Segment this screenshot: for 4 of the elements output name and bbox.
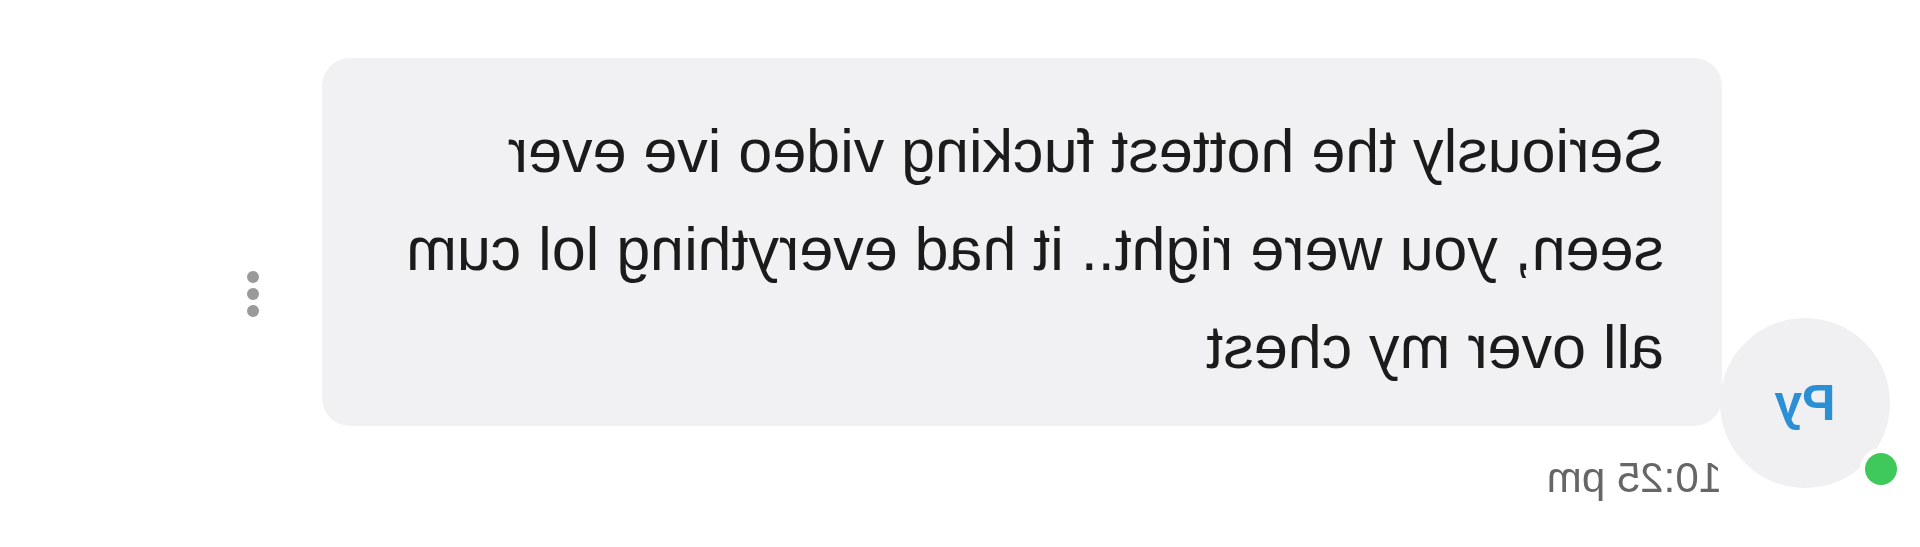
message-time: 10:25 pm	[1545, 453, 1722, 503]
message-text: Seriously the hottest fucking video ive ever seen, you were right.. it had everything lol cum all over my chest	[405, 116, 1664, 383]
more-options-icon[interactable]	[246, 270, 260, 318]
avatar-initials: Py	[1774, 373, 1836, 433]
